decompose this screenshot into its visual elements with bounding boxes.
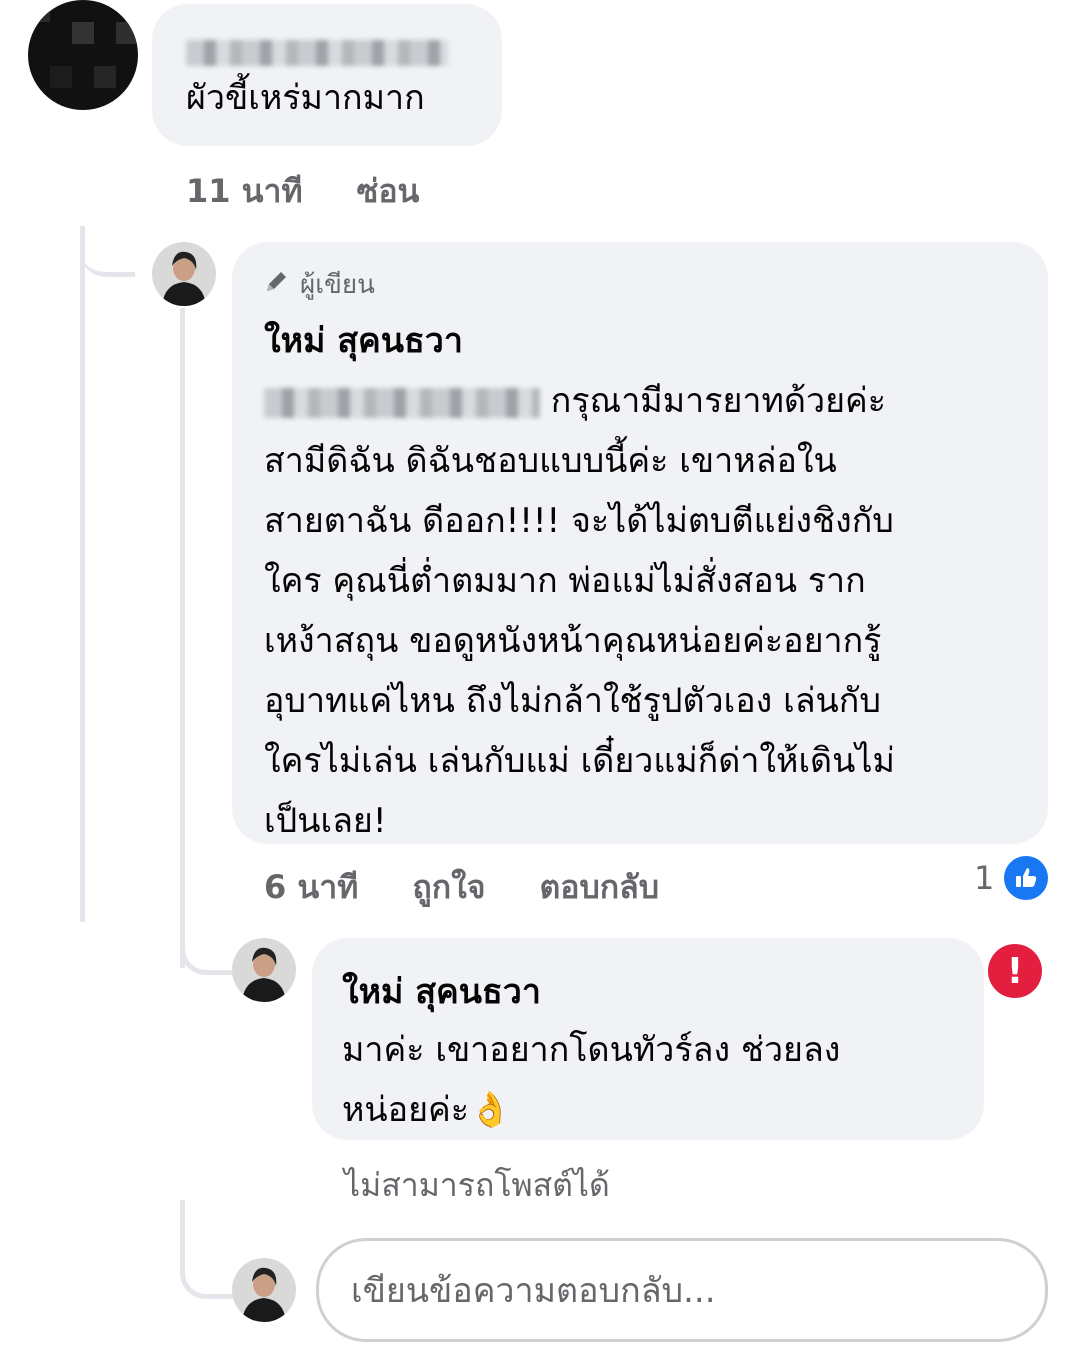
post-failed-status[interactable]: ไม่สามารถโพสต์ได้ <box>344 1160 610 1211</box>
error-icon[interactable]: ! <box>988 944 1042 998</box>
author-badge: ผู้เขียน <box>264 264 1018 305</box>
reply-author-name[interactable]: ใหม่ สุคนธวา <box>264 313 1018 367</box>
reply-meta: 6 นาที ถูกใจ ตอบกลับ <box>264 862 713 913</box>
comment-bubble: ผัวขี้เหร่มากมาก <box>152 4 502 146</box>
reply-text-line: ใคร คุณนี่ต่ำตมมาก พ่อแม่ไม่สั่งสอน ราก <box>264 561 866 601</box>
comment-meta: 11 นาที ซ่อน <box>186 166 473 217</box>
commenter-name-blurred[interactable] <box>186 40 502 66</box>
reply2-text: มาค่ะ เขาอยากโดนทัวร์ลง ช่วยลง หน่อยค่ะ👌 <box>342 1020 954 1140</box>
author-avatar[interactable] <box>152 242 216 306</box>
pencil-icon <box>264 268 290 301</box>
reply-input-placeholder: เขียนข้อความตอบกลับ... <box>351 1271 716 1311</box>
reply-input[interactable]: เขียนข้อความตอบกลับ... <box>316 1238 1048 1342</box>
thread-line-main <box>80 226 85 922</box>
reply-text-line: อุบาทแค่ไหน ถึงไม่กล้าใช้รูปตัวเอง เล่นก… <box>264 681 881 721</box>
reply2-text-line: มาค่ะ เขาอยากโดนทัวร์ลง ช่วยลง <box>342 1030 841 1070</box>
reply-text-line: กรุณามีมารยาทด้วยค่ะ <box>264 371 1018 431</box>
reply2-author-name[interactable]: ใหม่ สุคนธวา <box>342 964 954 1018</box>
comment-text: ผัวขี้เหร่มากมาก <box>186 78 425 118</box>
reply-button[interactable]: ตอบกลับ <box>539 862 659 913</box>
reaction-count: 1 <box>974 859 995 897</box>
reaction-summary[interactable]: 1 <box>974 856 1049 900</box>
comment-thread: ผัวขี้เหร่มากมาก 11 นาที ซ่อน ผู้เขียน ใ… <box>0 0 1080 1350</box>
thumbs-up-icon <box>1004 856 1049 900</box>
reply-text-line: เป็นเลย! <box>264 801 387 841</box>
reply-bubble-failed: ใหม่ สุคนธวา มาค่ะ เขาอยากโดนทัวร์ลง ช่ว… <box>312 938 984 1140</box>
thread-line-replies <box>180 308 185 968</box>
author-badge-label: ผู้เขียน <box>300 270 375 300</box>
commenter-avatar[interactable] <box>28 0 138 110</box>
reply-bubble-author: ผู้เขียน ใหม่ สุคนธวา กรุณามีมารยาทด้วยค… <box>232 242 1048 844</box>
thread-connector-reply1 <box>80 226 135 277</box>
comment-time[interactable]: 11 นาที <box>186 166 303 217</box>
hide-button[interactable]: ซ่อน <box>357 166 420 217</box>
thread-connector-reply2 <box>180 900 240 975</box>
author-avatar[interactable] <box>232 938 296 1002</box>
reply-time[interactable]: 6 นาที <box>264 862 358 913</box>
reply-text-line: เหง้าสถุน ขอดูหนังหน้าคุณหน่อยค่ะอยากรู้ <box>264 621 882 661</box>
thread-connector-composer <box>180 1200 240 1299</box>
reply-text: กรุณามีมารยาทด้วยค่ะ สามีดิฉัน ดิฉันชอบแ… <box>264 371 1018 851</box>
reply-text-line: ใครไม่เล่น เล่นกับแม่ เดี๋ยวแม่ก็ด่าให้เ… <box>264 741 895 781</box>
reply-text-line: สายตาฉัน ดีออก!!!! จะได้ไม่ตบตีแย่งชิงกั… <box>264 501 894 541</box>
reply-text-line: สามีดิฉัน ดิฉันชอบแบบนี้ค่ะ เขาหล่อใน <box>264 441 837 481</box>
mentioned-user-blurred[interactable] <box>264 387 540 418</box>
reply2-text-line: หน่อยค่ะ👌 <box>342 1090 512 1130</box>
current-user-avatar <box>232 1258 296 1322</box>
like-button[interactable]: ถูกใจ <box>412 862 485 913</box>
